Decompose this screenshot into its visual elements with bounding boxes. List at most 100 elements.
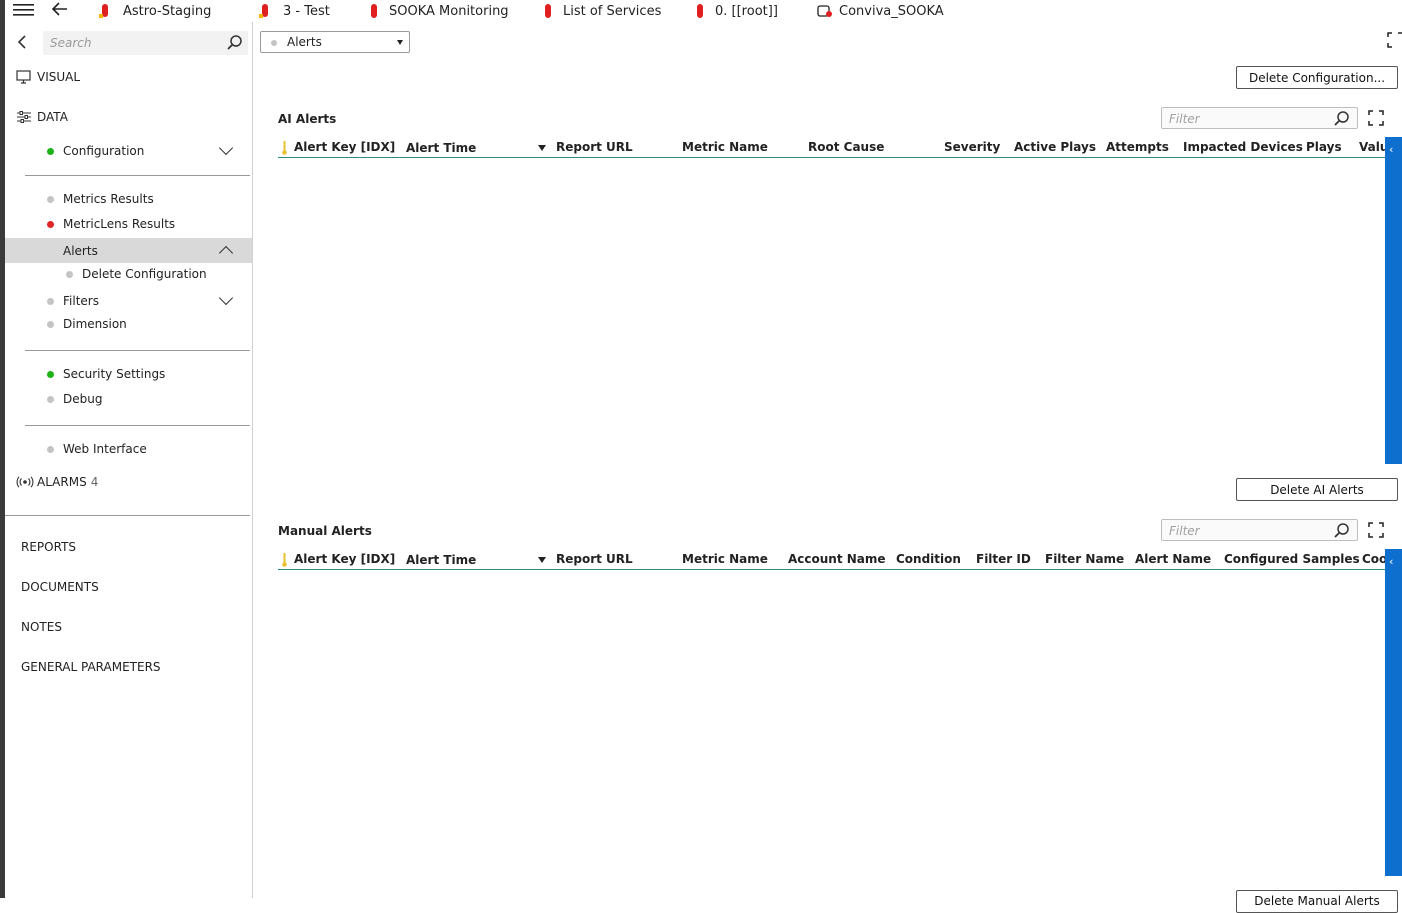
filter-placeholder: Filter xyxy=(1169,112,1200,126)
sidebar-item-label: Alerts xyxy=(63,244,98,258)
delete-manual-alerts-button[interactable]: Delete Manual Alerts xyxy=(1236,890,1398,913)
column-header[interactable]: Alert Name xyxy=(1135,552,1211,566)
filter-placeholder: Filter xyxy=(1169,524,1200,538)
column-header[interactable]: Root Cause xyxy=(808,140,884,154)
sidebar-item-label: Metrics Results xyxy=(63,192,154,206)
breadcrumb-item[interactable]: 3 - Test xyxy=(257,2,330,20)
collapse-sidebar-icon[interactable] xyxy=(17,35,29,49)
sidebar-item-web-interface[interactable]: Web Interface xyxy=(47,442,147,456)
sidebar-item-visual[interactable]: VISUAL xyxy=(16,70,80,84)
column-header[interactable]: Impacted Devices xyxy=(1183,140,1303,154)
search-icon[interactable] xyxy=(1333,522,1351,540)
expand-table-icon[interactable] xyxy=(1368,110,1384,126)
column-header[interactable]: Condition xyxy=(896,552,961,566)
column-header[interactable]: Alert Key [IDX] xyxy=(294,552,395,566)
top-bar: Astro-Staging 3 - Test SOOKA Monitoring … xyxy=(5,0,1402,22)
hamburger-menu-icon[interactable] xyxy=(13,2,35,18)
back-arrow-icon[interactable] xyxy=(51,1,69,17)
search-placeholder: Search xyxy=(50,36,92,50)
sidebar-item-configuration[interactable]: Configuration xyxy=(47,144,144,158)
ai-alerts-table-header: Alert Key [IDX] Alert Time Report URL Me… xyxy=(278,138,1385,158)
page-select-dropdown[interactable]: Alerts xyxy=(260,31,410,53)
ai-alerts-side-panel-toggle[interactable]: ‹ xyxy=(1385,137,1402,464)
breadcrumb-label: SOOKA Monitoring xyxy=(389,3,509,19)
search-input[interactable]: Search xyxy=(43,31,248,55)
column-header[interactable]: Metric Name xyxy=(682,140,768,154)
column-header[interactable]: Report URL xyxy=(556,552,633,566)
sidebar-item-label: Debug xyxy=(63,392,103,406)
sidebar-item-alerts[interactable]: Alerts xyxy=(63,244,98,258)
fullscreen-icon[interactable] xyxy=(1387,32,1402,48)
expand-table-icon[interactable] xyxy=(1368,522,1384,538)
status-dot xyxy=(47,395,54,403)
sort-descending-icon[interactable] xyxy=(538,145,546,151)
delete-ai-alerts-button[interactable]: Delete AI Alerts xyxy=(1236,478,1398,501)
build-icon xyxy=(99,4,108,18)
manual-alerts-side-panel-toggle[interactable]: ‹ xyxy=(1385,549,1402,876)
sidebar-item-alarms[interactable]: ALARMS 4 xyxy=(16,475,98,489)
sliders-icon xyxy=(17,111,31,123)
search-icon[interactable] xyxy=(1333,110,1351,128)
breadcrumb-item[interactable]: Conviva_SOOKA xyxy=(817,2,944,20)
status-pill-icon xyxy=(697,4,703,18)
breadcrumb-item[interactable]: 0. [[root]] xyxy=(697,2,778,20)
sidebar-item-security-settings[interactable]: Security Settings xyxy=(47,367,165,381)
sidebar: Search VISUAL DATA Configuration Metrics… xyxy=(5,22,253,898)
column-header[interactable]: Value xyxy=(1359,140,1385,154)
sidebar-item-label: VISUAL xyxy=(37,70,81,84)
nav-general-parameters[interactable]: GENERAL PARAMETERS xyxy=(21,660,161,674)
column-header[interactable]: Severity xyxy=(944,140,1000,154)
nav-label: DOCUMENTS xyxy=(21,580,99,594)
chevron-down-icon[interactable] xyxy=(218,290,234,306)
sidebar-item-filters[interactable]: Filters xyxy=(47,294,99,308)
sidebar-item-delete-configuration[interactable]: Delete Configuration xyxy=(66,267,207,281)
sidebar-item-debug[interactable]: Debug xyxy=(47,392,102,406)
divider xyxy=(25,425,250,426)
status-dot xyxy=(66,270,73,278)
column-header[interactable]: Metric Name xyxy=(682,552,768,566)
alarm-broadcast-icon xyxy=(16,476,34,488)
sidebar-item-metriclens-results[interactable]: MetricLens Results xyxy=(47,217,175,231)
sidebar-selected-highlight xyxy=(5,238,252,263)
column-header[interactable]: Report URL xyxy=(556,140,633,154)
ai-alerts-title: AI Alerts xyxy=(278,112,337,126)
sidebar-item-label: DATA xyxy=(37,110,68,124)
column-header[interactable]: Plays xyxy=(1306,140,1342,154)
sidebar-item-dimension[interactable]: Dimension xyxy=(47,317,127,331)
column-header[interactable]: Active Plays xyxy=(1014,140,1096,154)
sidebar-item-label: Web Interface xyxy=(63,442,147,456)
chevron-left-icon: ‹ xyxy=(1389,555,1394,568)
manual-alerts-filter-input[interactable]: Filter xyxy=(1161,519,1358,541)
breadcrumb-item[interactable]: Astro-Staging xyxy=(97,2,211,20)
column-header[interactable]: Filter ID xyxy=(976,552,1031,566)
column-header[interactable]: Account Name xyxy=(788,552,886,566)
status-dot xyxy=(47,445,54,453)
element-icon xyxy=(817,5,832,17)
divider xyxy=(5,515,250,516)
chevron-down-icon[interactable] xyxy=(218,140,234,156)
column-header[interactable]: Filter Name xyxy=(1045,552,1124,566)
nav-notes[interactable]: NOTES xyxy=(21,620,62,634)
column-header[interactable]: Configured Samples xyxy=(1224,552,1360,566)
delete-configuration-button[interactable]: Delete Configuration... xyxy=(1236,66,1398,89)
nav-documents[interactable]: DOCUMENTS xyxy=(21,580,99,594)
column-header[interactable]: Alert Time xyxy=(406,553,476,567)
breadcrumb-item[interactable]: SOOKA Monitoring xyxy=(371,2,509,20)
column-header[interactable]: Attempts xyxy=(1106,140,1169,154)
column-header[interactable]: Alert Key [IDX] xyxy=(294,140,395,154)
sort-descending-icon[interactable] xyxy=(538,557,546,563)
search-icon[interactable] xyxy=(226,34,244,52)
column-header[interactable]: Cool xyxy=(1362,552,1385,566)
sidebar-item-label: Dimension xyxy=(63,317,127,331)
breadcrumb-label: Astro-Staging xyxy=(123,3,212,19)
sidebar-item-data[interactable]: DATA xyxy=(16,110,68,124)
ai-alerts-filter-input[interactable]: Filter xyxy=(1161,107,1358,129)
nav-reports[interactable]: REPORTS xyxy=(21,540,76,554)
key-icon xyxy=(282,553,287,567)
breadcrumb-item[interactable]: List of Services xyxy=(545,2,661,20)
status-dot xyxy=(47,370,54,378)
sidebar-item-metrics-results[interactable]: Metrics Results xyxy=(47,192,154,206)
status-dot xyxy=(47,320,54,328)
column-header[interactable]: Alert Time xyxy=(406,141,476,155)
page-select-value: Alerts xyxy=(287,35,322,49)
